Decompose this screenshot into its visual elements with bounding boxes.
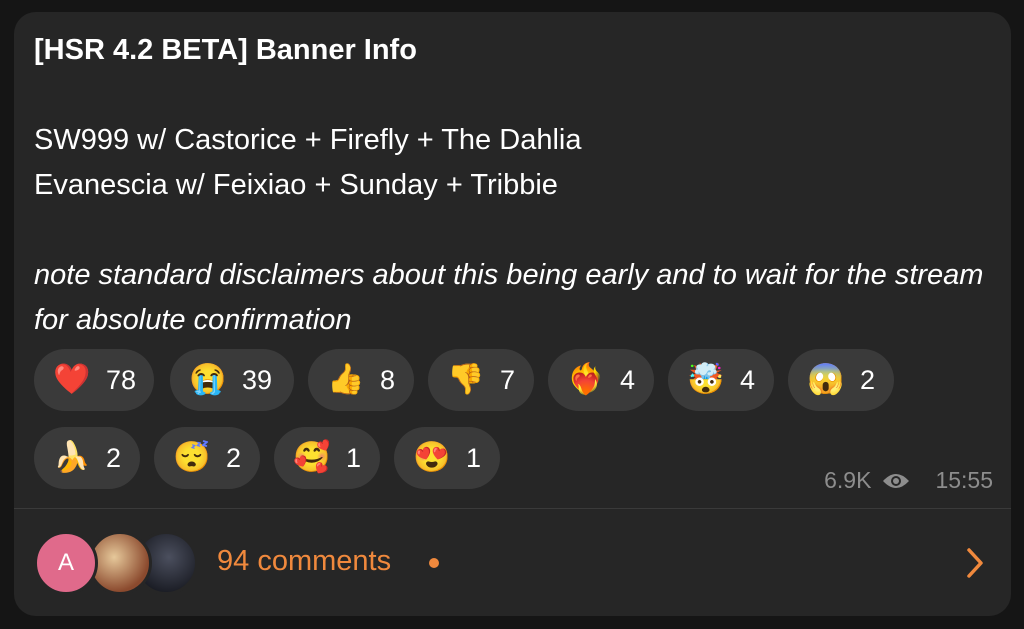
unread-dot — [429, 558, 439, 568]
reaction-chip[interactable]: 🍌 2 — [34, 427, 140, 489]
post-time: 15:55 — [935, 467, 993, 493]
post-meta: 6.9K 15:55 — [824, 467, 993, 494]
heart-emoji-icon: ❤️ — [53, 363, 91, 396]
avatar-letter: A — [57, 549, 74, 576]
comments-button[interactable]: A 94 comments — [14, 509, 1011, 616]
reaction-count: 2 — [106, 442, 122, 473]
reaction-chip[interactable]: 👎 7 — [428, 349, 534, 411]
reaction-chip[interactable]: 👍 8 — [308, 349, 414, 411]
reaction-chip[interactable]: ❤️‍🔥 4 — [548, 349, 654, 411]
thumbs-down-emoji-icon: 👎 — [447, 363, 485, 396]
reaction-chip[interactable]: 😭 39 — [170, 349, 294, 411]
crying-emoji-icon: 😭 — [189, 363, 227, 396]
smiling-hearts-emoji-icon: 🥰 — [293, 441, 331, 474]
reaction-chip[interactable]: 🤯 4 — [668, 349, 774, 411]
reaction-count: 2 — [860, 364, 876, 395]
eye-icon — [883, 473, 910, 488]
reaction-count: 4 — [740, 364, 756, 395]
reaction-chip[interactable]: 😱 2 — [788, 349, 894, 411]
reaction-count: 1 — [466, 442, 482, 473]
reaction-count: 39 — [242, 364, 273, 395]
post-line-2: Evanescia w/ Feixiao + Sunday + Tribbie — [34, 169, 558, 201]
post-text: [HSR 4.2 BETA] Banner Info SW999 w/ Cast… — [34, 28, 1004, 343]
channel-post-bubble[interactable]: [HSR 4.2 BETA] Banner Info SW999 w/ Cast… — [14, 12, 1011, 616]
reaction-count: 78 — [105, 364, 136, 395]
comments-label: 94 comments — [217, 545, 392, 577]
sleeping-emoji-icon: 😴 — [173, 441, 211, 474]
post-line-1: SW999 w/ Castorice + Firefly + The Dahli… — [34, 124, 582, 156]
thumbs-up-emoji-icon: 👍 — [327, 363, 365, 396]
view-count: 6.9K — [824, 467, 872, 493]
screaming-emoji-icon: 😱 — [807, 363, 845, 396]
banana-emoji-icon: 🍌 — [53, 441, 91, 474]
reaction-chip[interactable]: 😴 2 — [154, 427, 260, 489]
reaction-chip[interactable]: ❤️ 78 — [34, 349, 154, 411]
reaction-chip[interactable]: 🥰 1 — [274, 427, 380, 489]
heart-eyes-emoji-icon: 😍 — [413, 441, 451, 474]
chevron-right-icon[interactable] — [965, 547, 985, 579]
avatar: A — [34, 531, 98, 595]
post-title: [HSR 4.2 BETA] Banner Info — [34, 34, 417, 66]
reaction-count: 8 — [380, 364, 396, 395]
reaction-count: 4 — [620, 364, 636, 395]
reaction-count: 1 — [346, 442, 362, 473]
exploding-head-emoji-icon: 🤯 — [687, 363, 725, 396]
reaction-count: 2 — [226, 442, 242, 473]
heart-on-fire-emoji-icon: ❤️‍🔥 — [567, 363, 605, 396]
post-note: note standard disclaimers about this bei… — [34, 259, 984, 336]
reaction-count: 7 — [500, 364, 516, 395]
reaction-chip[interactable]: 😍 1 — [394, 427, 500, 489]
